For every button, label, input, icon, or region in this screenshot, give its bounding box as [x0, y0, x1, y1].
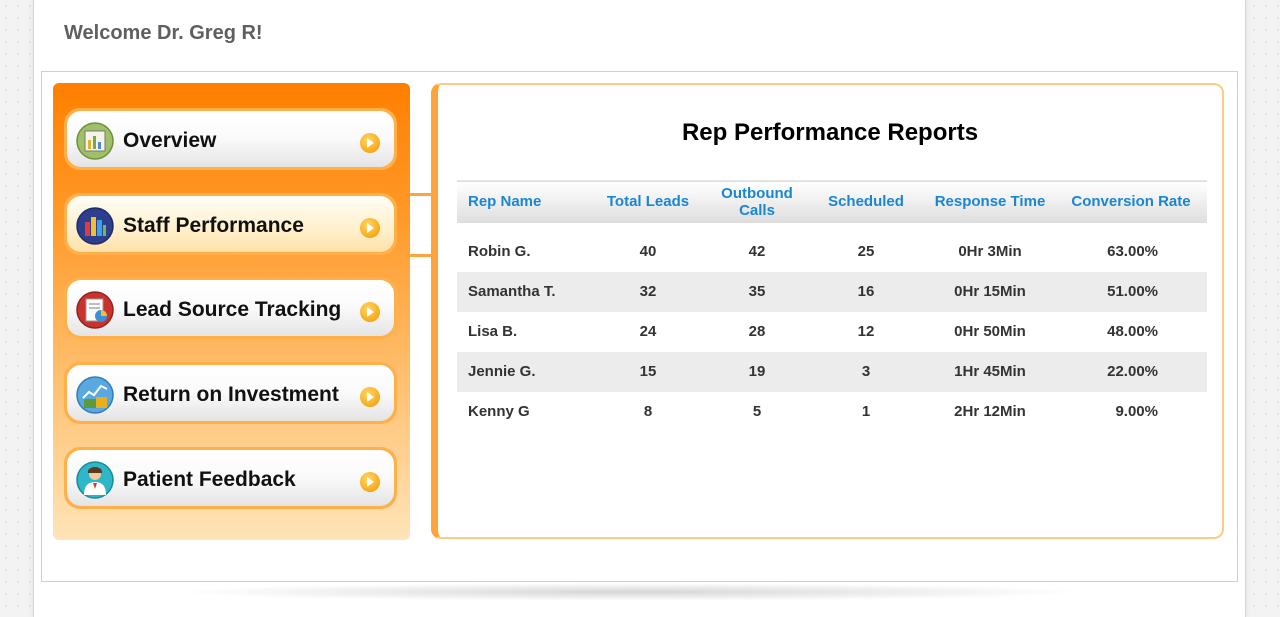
cell-rep-name: Samantha T. [457, 271, 589, 312]
cell-scheduled: 3 [807, 351, 925, 392]
welcome-message: Welcome Dr. Greg R! [64, 22, 263, 44]
cell-conversion-rate: 51.00% [1055, 271, 1207, 312]
cell-conversion-rate: 63.00% [1107, 243, 1158, 260]
column-header-conversion-rate[interactable]: Conversion Rate [1055, 181, 1207, 223]
cell-response-time: 0Hr 50Min [954, 323, 1026, 340]
table-header-row: Rep Name Total Leads Outbound Calls Sche… [457, 180, 1207, 223]
column-header-response-time[interactable]: Response Time [925, 181, 1055, 223]
cell-rep-name: Robin G. [468, 243, 531, 260]
column-header-rep-name[interactable]: Rep Name [457, 181, 589, 223]
cell-conversion-rate: 48.00% [1107, 323, 1158, 340]
performance-table: Rep Name Total Leads Outbound Calls Sche… [457, 180, 1207, 432]
bar-chart-icon [76, 207, 114, 245]
cell-total-leads: 32 [589, 271, 707, 312]
chevron-right-icon [360, 387, 380, 407]
cell-scheduled: 25 [857, 243, 875, 260]
cell-scheduled: 16 [807, 271, 925, 312]
cell-outbound-calls: 5 [752, 403, 762, 420]
cell-rep-name: Lisa B. [468, 323, 518, 340]
sidebar-item-label: Return on Investment [123, 383, 339, 406]
sidebar-item-overview[interactable]: Overview [64, 108, 397, 170]
cell-response-time: 2Hr 12Min [954, 403, 1026, 420]
table-row: Lisa B. 24 28 12 0Hr 50Min 48.00% [457, 312, 1207, 352]
cell-conversion-rate: 22.00% [1055, 351, 1207, 392]
pie-report-icon [76, 291, 114, 329]
cell-scheduled: 1 [861, 403, 871, 420]
sidebar-item-label: Staff Performance [123, 214, 304, 237]
table-row: Jennie G. 15 19 3 1Hr 45Min 22.00% [457, 351, 1207, 392]
column-header-outbound-calls[interactable]: Outbound Calls [707, 181, 807, 223]
doctor-icon [76, 461, 114, 499]
column-header-scheduled[interactable]: Scheduled [807, 181, 925, 223]
chevron-right-icon [360, 218, 380, 238]
table-row: Robin G. 40 42 25 0Hr 3Min 63.00% [457, 232, 1207, 272]
bottom-shadow [170, 583, 1090, 601]
sidebar-item-staff-performance[interactable]: Staff Performance [64, 193, 397, 255]
sidebar-item-label: Patient Feedback [123, 468, 296, 491]
cell-response-time: 1Hr 45Min [925, 351, 1055, 392]
cell-scheduled: 12 [857, 323, 875, 340]
sidebar-item-lead-source-tracking[interactable]: Lead Source Tracking [64, 277, 397, 339]
cell-outbound-calls: 19 [707, 351, 807, 392]
cell-total-leads: 40 [639, 243, 657, 260]
sidebar-item-label: Lead Source Tracking [123, 298, 342, 321]
money-chart-icon [76, 376, 114, 414]
sidebar-item-label: Overview [123, 129, 217, 152]
sidebar-item-return-on-investment[interactable]: Return on Investment [64, 362, 397, 424]
cell-rep-name: Jennie G. [457, 351, 589, 392]
sidebar-item-patient-feedback[interactable]: Patient Feedback [64, 447, 397, 509]
report-panel: Rep Performance Reports Rep Name Total L… [431, 83, 1224, 539]
chevron-right-icon [360, 472, 380, 492]
column-header-total-leads[interactable]: Total Leads [589, 181, 707, 223]
cell-total-leads: 8 [643, 403, 653, 420]
chevron-right-icon [360, 302, 380, 322]
chevron-right-icon [360, 133, 380, 153]
table-row: Kenny G 8 5 1 2Hr 12Min 9.00% [457, 392, 1207, 432]
cell-rep-name: Kenny G [468, 403, 530, 420]
cell-conversion-rate: 9.00% [1115, 403, 1158, 420]
report-title: Rep Performance Reports [681, 119, 979, 146]
cell-response-time: 0Hr 3Min [958, 243, 1022, 260]
cell-outbound-calls: 42 [748, 243, 766, 260]
cell-total-leads: 24 [639, 323, 657, 340]
overview-icon [76, 122, 114, 160]
cell-outbound-calls: 35 [707, 271, 807, 312]
cell-total-leads: 15 [589, 351, 707, 392]
table-row: Samantha T. 32 35 16 0Hr 15Min 51.00% [457, 271, 1207, 312]
cell-response-time: 0Hr 15Min [925, 271, 1055, 312]
cell-outbound-calls: 28 [748, 323, 766, 340]
